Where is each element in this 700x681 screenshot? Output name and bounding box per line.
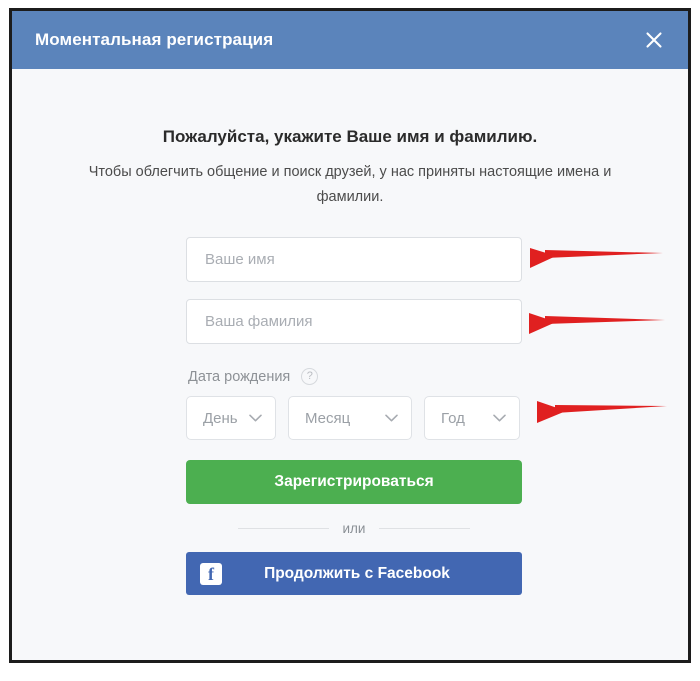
year-select[interactable]: Год (424, 396, 520, 440)
month-select-value: Месяц (305, 409, 351, 427)
dialog-body: Пожалуйста, укажите Ваше имя и фамилию. … (12, 69, 688, 660)
day-select-value: День (203, 409, 238, 427)
close-icon[interactable] (640, 26, 668, 54)
birth-date-selects: День Месяц Год (186, 396, 522, 440)
birth-date-label-row: Дата рождения ? (186, 368, 522, 385)
facebook-login-button[interactable]: f Продолжить с Facebook (186, 552, 522, 595)
chevron-down-icon (249, 414, 262, 422)
first-name-input[interactable] (186, 237, 522, 282)
birth-date-label: Дата рождения (188, 368, 291, 385)
register-button[interactable]: Зарегистрироваться (186, 460, 522, 504)
divider-line-right (379, 528, 470, 529)
registration-dialog: Моментальная регистрация Пожалуйста, ука… (9, 8, 691, 663)
dialog-header: Моментальная регистрация (12, 11, 688, 69)
registration-form: Дата рождения ? День Месяц (186, 237, 522, 595)
screenshot-root: Моментальная регистрация Пожалуйста, ука… (0, 0, 700, 681)
day-select[interactable]: День (186, 396, 276, 440)
last-name-input[interactable] (186, 299, 522, 344)
question-mark-icon[interactable]: ? (301, 368, 319, 385)
chevron-down-icon (385, 414, 398, 422)
chevron-down-icon (493, 414, 506, 422)
facebook-f-icon: f (200, 562, 222, 585)
field-spacer (186, 282, 522, 299)
page-subtitle: Чтобы облегчить общение и поиск друзей, … (88, 164, 612, 205)
page-title: Пожалуйста, укажите Ваше имя и фамилию. (162, 127, 538, 146)
facebook-login-label: Продолжить с Facebook (264, 564, 450, 582)
divider: или (186, 521, 522, 536)
year-select-value: Год (441, 409, 465, 427)
divider-line-left (238, 528, 329, 529)
month-select[interactable]: Месяц (288, 396, 412, 440)
divider-label: или (342, 521, 366, 536)
dialog-title: Моментальная регистрация (35, 30, 274, 49)
